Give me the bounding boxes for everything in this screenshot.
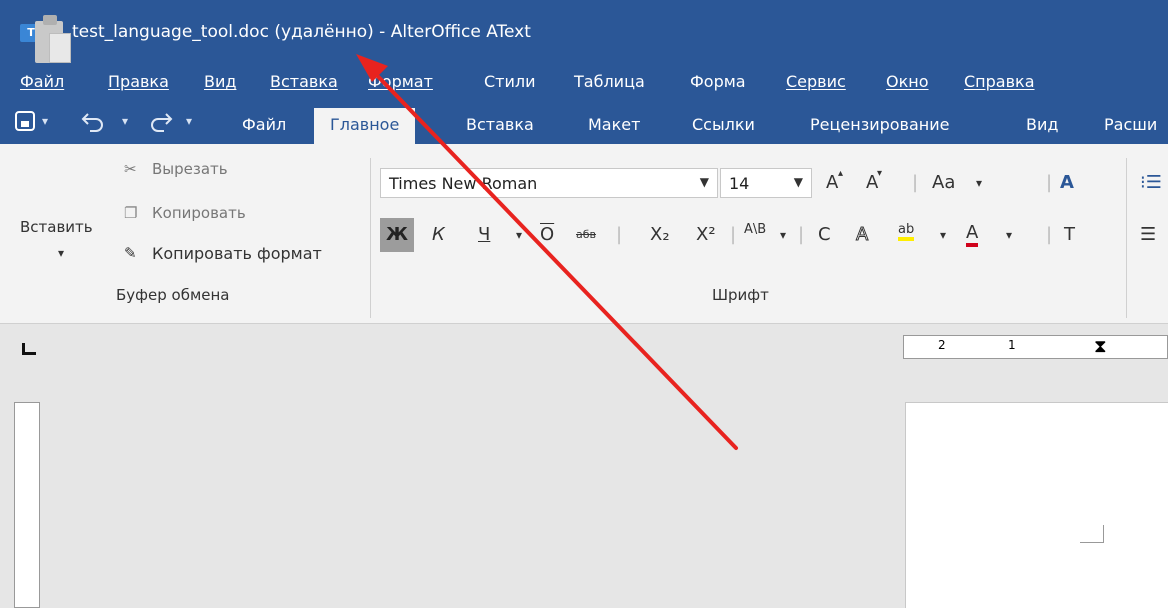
tab-home[interactable]: Главное: [314, 108, 416, 144]
tab-layout[interactable]: Макет: [588, 108, 640, 144]
clipboard-group-label: Буфер обмена: [116, 286, 230, 304]
tab-stop-icon[interactable]: [22, 343, 36, 355]
chevron-down-icon[interactable]: ▾: [976, 176, 982, 190]
tab-extensions[interactable]: Расши: [1104, 108, 1157, 144]
shadow-button[interactable]: C: [818, 224, 831, 245]
menu-form[interactable]: Форма: [690, 72, 746, 91]
title-bar: T test_language_tool.doc (удалённо) - Al…: [0, 0, 1168, 64]
chevron-down-icon[interactable]: ▾: [940, 228, 946, 242]
tab-insert[interactable]: Вставка: [466, 108, 534, 144]
menu-styles[interactable]: Стили: [484, 72, 536, 91]
shrink-font-marker: ▾: [877, 168, 883, 179]
menu-window[interactable]: Окно: [886, 72, 929, 91]
strikethrough-button[interactable]: абв: [576, 228, 596, 241]
tab-references[interactable]: Ссылки: [692, 108, 755, 144]
bold-button[interactable]: Ж: [380, 218, 414, 252]
tab-view[interactable]: Вид: [1026, 108, 1058, 144]
cut-button[interactable]: Вырезать: [152, 160, 228, 178]
clear-format-icon[interactable]: A: [1060, 172, 1074, 193]
redo-dropdown-icon[interactable]: ▾: [186, 114, 192, 128]
font-group-label: Шрифт: [712, 286, 769, 304]
horizontal-ruler[interactable]: 2 1 ⧗: [903, 335, 1168, 359]
save-dropdown-icon[interactable]: ▾: [42, 114, 48, 128]
separator: |: [1046, 172, 1053, 193]
ruler-tick-label: 1: [1008, 338, 1016, 352]
chevron-down-icon: ▼: [793, 175, 803, 189]
separator: |: [912, 172, 919, 193]
grow-font-icon[interactable]: A: [826, 172, 838, 193]
highlight-button[interactable]: ab: [898, 222, 915, 241]
grow-font-marker: ▴: [838, 168, 844, 179]
menu-bar: Файл Правка Вид Вставка Формат Стили Таб…: [0, 64, 1168, 98]
window-title: test_language_tool.doc (удалённо) - Alte…: [72, 22, 531, 42]
copy-icon: ❐: [124, 204, 138, 222]
menu-view[interactable]: Вид: [204, 72, 236, 91]
paste-button[interactable]: Вставить: [20, 218, 93, 236]
menu-table[interactable]: Таблица: [574, 72, 645, 91]
font-family-value: Times New Roman: [389, 174, 538, 193]
paste-clip: [43, 15, 57, 25]
vertical-ruler[interactable]: [14, 402, 40, 608]
paste-icon[interactable]: [35, 15, 71, 67]
underline-dropdown-icon[interactable]: ▾: [516, 228, 522, 242]
paste-page: [49, 33, 71, 63]
separator: |: [798, 224, 805, 245]
font-family-select[interactable]: Times New Roman ▼: [380, 168, 718, 198]
overline-button[interactable]: О: [540, 224, 554, 245]
font-size-value: 14: [729, 174, 750, 193]
change-case-button[interactable]: Aa: [932, 172, 955, 193]
underline-button[interactable]: Ч: [478, 224, 490, 245]
char-spacing-button[interactable]: A\B: [744, 222, 766, 237]
ribbon-tab-row: ▾ ▾ ▾ Файл Главное Вставка Макет Ссылки …: [0, 98, 1168, 144]
font-size-select[interactable]: 14 ▼: [720, 168, 812, 198]
redo-icon[interactable]: [148, 110, 174, 137]
italic-button[interactable]: К: [432, 224, 445, 245]
indent-marker-icon[interactable]: ⧗: [1094, 336, 1107, 357]
menu-format[interactable]: Формат: [368, 72, 433, 91]
undo-dropdown-icon[interactable]: ▾: [122, 114, 128, 128]
chevron-down-icon[interactable]: ▾: [1006, 228, 1012, 242]
superscript-button[interactable]: X²: [696, 224, 716, 245]
copy-button[interactable]: Копировать: [152, 204, 246, 222]
chevron-down-icon: ▼: [699, 175, 709, 189]
tab-review[interactable]: Рецензирование: [810, 108, 949, 144]
menu-edit[interactable]: Правка: [108, 72, 169, 91]
font-color-button[interactable]: A: [966, 222, 979, 247]
page-corner-mark: [1080, 525, 1104, 543]
menu-help[interactable]: Справка: [964, 72, 1035, 91]
app-window: T test_language_tool.doc (удалённо) - Al…: [0, 0, 1168, 608]
save-icon[interactable]: [14, 110, 36, 137]
format-painter-button[interactable]: Копировать формат: [152, 244, 322, 263]
list-icon[interactable]: ⁝☰: [1140, 172, 1162, 193]
tab-file[interactable]: Файл: [242, 108, 286, 144]
paste-dropdown-icon[interactable]: ▾: [58, 246, 64, 260]
align-icon[interactable]: ☰: [1140, 224, 1156, 245]
format-painter-icon: ✎: [124, 244, 137, 262]
menu-file[interactable]: Файл: [20, 72, 64, 91]
ruler-tick-label: 2: [938, 338, 946, 352]
group-separator: [1126, 158, 1127, 318]
outline-button[interactable]: A: [855, 224, 868, 246]
cut-icon: ✂: [124, 160, 137, 178]
document-page[interactable]: [905, 402, 1168, 608]
text-effects-icon[interactable]: T: [1064, 224, 1075, 245]
group-separator: [370, 158, 371, 318]
separator: |: [730, 224, 737, 245]
menu-insert[interactable]: Вставка: [270, 72, 338, 91]
chevron-down-icon[interactable]: ▾: [780, 228, 786, 242]
separator: |: [616, 224, 623, 245]
subscript-button[interactable]: X₂: [650, 224, 670, 245]
menu-service[interactable]: Сервис: [786, 72, 846, 91]
undo-icon[interactable]: [80, 110, 106, 137]
separator: |: [1046, 224, 1053, 245]
